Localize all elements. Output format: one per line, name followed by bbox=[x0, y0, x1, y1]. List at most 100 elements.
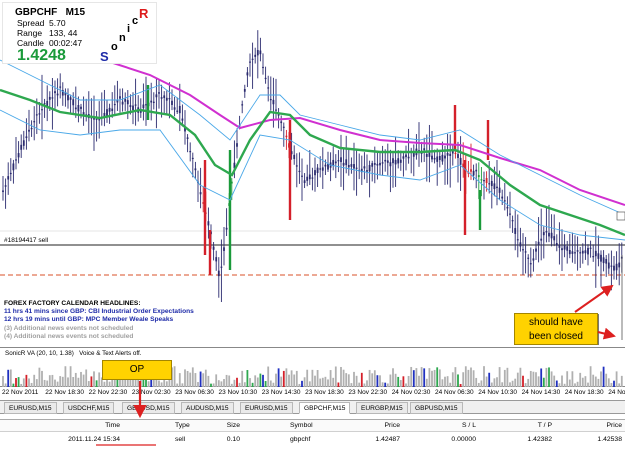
candle-body bbox=[535, 248, 537, 252]
column-header[interactable]: Type bbox=[175, 422, 190, 429]
candle-body bbox=[587, 247, 589, 255]
candle-body bbox=[431, 155, 433, 160]
chart-tab[interactable]: EURUSD,M15 bbox=[240, 402, 293, 414]
candle-body bbox=[173, 107, 176, 110]
candle-body bbox=[407, 156, 410, 159]
candle-body bbox=[25, 136, 28, 139]
candle-body bbox=[529, 263, 532, 265]
column-header[interactable]: Price bbox=[385, 422, 401, 429]
candle-body bbox=[223, 247, 225, 251]
column-header[interactable]: T / P bbox=[538, 422, 552, 429]
column-header[interactable]: Price bbox=[607, 422, 623, 429]
candle-body bbox=[134, 104, 137, 106]
histogram-bar bbox=[493, 378, 496, 387]
candle-body bbox=[576, 250, 579, 252]
histogram-bar bbox=[246, 370, 249, 387]
histogram-bar bbox=[373, 370, 376, 387]
histogram-bar bbox=[428, 368, 431, 387]
histogram-bar bbox=[35, 379, 38, 387]
candle-body bbox=[363, 166, 366, 169]
candle-body bbox=[496, 186, 498, 189]
column-header[interactable]: S / L bbox=[462, 422, 476, 429]
chart-tab[interactable]: GBPUSD,M15 bbox=[410, 402, 463, 414]
histogram-bar bbox=[366, 380, 368, 387]
chart-tab[interactable]: GBPCHF,M15 bbox=[299, 402, 351, 414]
histogram-bar bbox=[519, 367, 522, 387]
chart-tab[interactable]: USDCHF,M15 bbox=[63, 402, 115, 414]
candle-body bbox=[454, 152, 457, 155]
candle-body bbox=[355, 167, 358, 169]
candle-body bbox=[41, 109, 43, 111]
candle-body bbox=[392, 158, 394, 164]
candle-body bbox=[189, 151, 192, 153]
histogram-bar bbox=[527, 378, 530, 387]
candle-body bbox=[324, 164, 327, 167]
histogram-bar bbox=[275, 373, 277, 387]
column-header[interactable]: Symbol bbox=[290, 422, 313, 429]
trade-row[interactable]: 2011.11.24 15:34 sell 0.10 gbpchf 1.42487 0.0… bbox=[0, 434, 625, 446]
candle-body bbox=[199, 192, 202, 195]
price-chart[interactable]: GBPCHF M15 Spread 5.70 Range 133, 44 Candl… bbox=[0, 0, 625, 345]
candle-body bbox=[366, 170, 368, 172]
candle-body bbox=[498, 187, 501, 193]
candle-body bbox=[394, 159, 397, 165]
candle-body bbox=[249, 61, 251, 63]
histogram-bar bbox=[412, 370, 415, 387]
candle-body bbox=[298, 170, 301, 173]
ff-line: 11 hrs 41 mins since GBP: CBI Industrial… bbox=[4, 308, 194, 316]
candle-body bbox=[594, 250, 597, 257]
column-header[interactable]: Size bbox=[227, 422, 240, 429]
histogram-bar bbox=[236, 377, 238, 387]
candle-body bbox=[483, 180, 485, 182]
candle-body bbox=[267, 87, 270, 89]
histogram-bar bbox=[303, 377, 306, 387]
histogram-bar bbox=[59, 376, 62, 387]
candle-body bbox=[314, 170, 316, 176]
histogram-bar bbox=[25, 374, 28, 387]
candle-body bbox=[74, 107, 77, 110]
histogram-bar bbox=[368, 369, 371, 387]
candle-body bbox=[340, 157, 342, 163]
candle-body bbox=[28, 129, 30, 132]
sonic-letter-i: i bbox=[127, 23, 131, 35]
histogram-bar bbox=[51, 374, 54, 387]
time-tick: 23 Nov 02:30 bbox=[131, 389, 171, 396]
time-tick: 24 Nov 18:30 bbox=[564, 389, 604, 396]
histogram-bar bbox=[537, 376, 540, 387]
candle-body bbox=[485, 178, 488, 183]
candle-body bbox=[303, 180, 306, 184]
chart-tab[interactable]: GBPUSD,M15 bbox=[122, 402, 175, 414]
histogram-bar bbox=[535, 372, 537, 387]
symbol-label: GBPCHF M15 bbox=[15, 7, 86, 18]
symbol-info-box: GBPCHF M15 Spread 5.70 Range 133, 44 Candl… bbox=[2, 2, 157, 64]
oscillator-panel[interactable]: SonicR VA (20, 10, 1.38) Voice & Text Al… bbox=[0, 347, 625, 387]
histogram-bar bbox=[15, 378, 17, 387]
histogram-bar bbox=[542, 377, 545, 387]
histogram-bar bbox=[353, 371, 355, 387]
time-tick: 24 Nov 02:30 bbox=[391, 389, 431, 396]
histogram-bar bbox=[399, 380, 402, 387]
candle-body bbox=[4, 185, 7, 187]
candle-body bbox=[514, 228, 517, 234]
histogram-bar bbox=[444, 376, 446, 387]
trade-cell: 1.42382 bbox=[527, 436, 552, 443]
candle-body bbox=[384, 159, 387, 162]
chart-tab[interactable]: EURGBP,M15 bbox=[356, 402, 408, 414]
histogram-bar bbox=[454, 367, 457, 387]
chart-tab[interactable]: AUDUSD,M15 bbox=[181, 402, 234, 414]
histogram-bar bbox=[394, 373, 397, 387]
histogram-bar bbox=[332, 377, 335, 387]
candle-body bbox=[488, 183, 491, 185]
candle-body bbox=[236, 143, 238, 147]
histogram-bar bbox=[438, 369, 441, 387]
candle-body bbox=[30, 127, 33, 130]
column-header[interactable]: Time bbox=[105, 422, 120, 429]
signal-candle bbox=[478, 190, 482, 230]
candle-body bbox=[142, 104, 145, 109]
candle-body bbox=[316, 167, 319, 173]
histogram-bar bbox=[605, 373, 608, 387]
histogram-bar bbox=[282, 370, 285, 387]
trade-cell: 1.42487 bbox=[375, 436, 400, 443]
chart-tab[interactable]: EURUSD,M15 bbox=[4, 402, 57, 414]
histogram-bar bbox=[69, 366, 72, 387]
